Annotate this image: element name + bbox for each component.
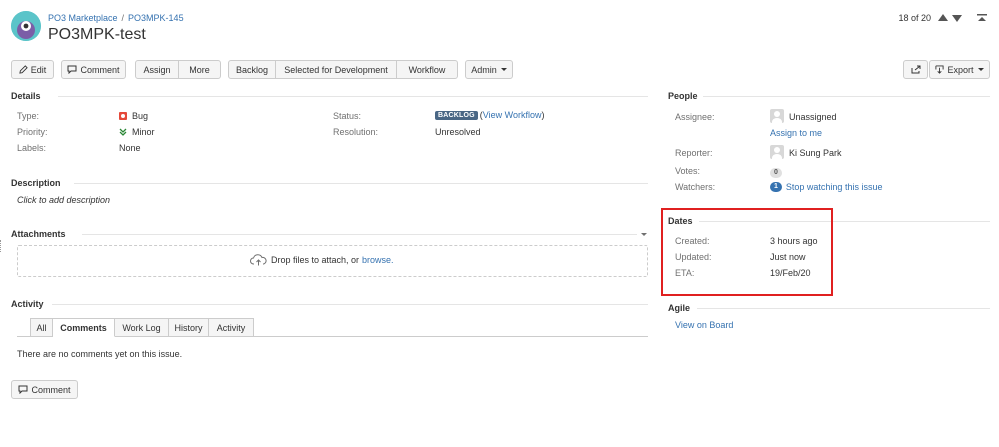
tab-activity[interactable]: Activity — [209, 318, 254, 337]
admin-button[interactable]: Admin — [465, 60, 513, 79]
view-on-board-link[interactable]: View on Board — [675, 320, 733, 330]
export-button[interactable]: Export — [929, 60, 990, 79]
priority-value-text: Minor — [132, 127, 155, 137]
next-issue-icon[interactable] — [952, 15, 962, 22]
workflow-label: Workflow — [408, 64, 446, 75]
priority-label: Priority: — [17, 127, 48, 137]
no-comments-message: There are no comments yet on this issue. — [17, 349, 183, 359]
status-lozenge: BACKLOG — [435, 110, 478, 120]
chevron-down-icon — [977, 68, 984, 71]
issue-pager: 18 of 20 — [898, 13, 931, 23]
share-button[interactable] — [903, 60, 928, 79]
page-title: PO3MPK-test — [48, 26, 146, 43]
votes-badge[interactable]: 0 — [770, 166, 782, 178]
edit-label: Edit — [30, 64, 47, 75]
votes-count: 0 — [770, 168, 782, 178]
activity-divider — [52, 304, 648, 305]
people-divider — [703, 96, 990, 97]
backlog-button[interactable]: Backlog — [229, 61, 275, 78]
browse-link[interactable]: browse. — [362, 255, 394, 265]
votes-label: Votes: — [675, 166, 701, 176]
type-value: Bug — [119, 111, 148, 121]
selected-for-development-label: Selected for Development — [284, 64, 388, 75]
admin-label: Admin — [471, 64, 497, 75]
agile-divider — [697, 308, 990, 309]
add-comment-label: Comment — [31, 384, 71, 395]
reporter-value: Ki Sung Park — [789, 148, 842, 158]
view-workflow-link[interactable]: View Workflow — [483, 110, 542, 120]
watchers-value: 1 Stop watching this issue — [770, 182, 882, 192]
collapse-icon[interactable] — [977, 14, 987, 22]
type-value-text: Bug — [132, 111, 149, 121]
project-avatar[interactable] — [11, 11, 41, 41]
breadcrumb: PO3 Marketplace / PO3MPK-145 — [48, 13, 184, 23]
dates-highlight-box — [661, 208, 833, 296]
workflow-button[interactable]: Workflow — [396, 61, 457, 78]
status-paren-close: ) — [541, 110, 545, 120]
agile-heading: Agile — [668, 303, 691, 313]
comment-label: Comment — [80, 64, 120, 75]
type-label: Type: — [17, 111, 40, 121]
drop-zone-content: Drop files to attach, or browse. — [250, 254, 394, 266]
details-divider — [58, 96, 648, 97]
breadcrumb-issue-link[interactable]: PO3MPK-145 — [128, 13, 184, 23]
activity-heading: Activity — [11, 299, 44, 309]
drag-handle-icon[interactable] — [0, 240, 2, 252]
comment-button[interactable]: Comment — [61, 60, 126, 79]
resolution-value: Unresolved — [435, 127, 481, 137]
reporter-avatar — [770, 145, 784, 159]
cloud-upload-icon — [250, 254, 267, 266]
watchers-count[interactable]: 1 — [770, 182, 782, 192]
export-label: Export — [947, 64, 974, 75]
assign-button[interactable]: Assign — [136, 61, 178, 78]
more-label: More — [189, 64, 210, 75]
assignee-label: Assignee: — [675, 112, 715, 122]
attachments-divider — [82, 234, 637, 235]
bug-icon — [119, 112, 127, 120]
description-divider — [74, 183, 648, 184]
assign-more-group: Assign More — [135, 60, 221, 79]
tab-all[interactable]: All — [30, 318, 53, 337]
activity-tabs: All Comments Work Log History Activity — [30, 318, 254, 337]
attachments-heading: Attachments — [11, 229, 66, 239]
priority-value: Minor — [119, 127, 155, 137]
minor-priority-icon — [119, 128, 127, 136]
description-field[interactable]: Click to add description — [17, 195, 110, 205]
add-comment-button[interactable]: Comment — [11, 380, 78, 399]
export-icon — [935, 65, 945, 74]
people-heading: People — [668, 91, 698, 101]
assign-to-me-link[interactable]: Assign to me — [770, 128, 822, 138]
description-heading: Description — [11, 178, 61, 188]
resolution-label: Resolution: — [333, 127, 379, 137]
chevron-down-icon — [500, 68, 507, 71]
backlog-label: Backlog — [235, 64, 269, 75]
reporter-label: Reporter: — [675, 148, 713, 158]
pencil-icon — [19, 65, 28, 74]
selected-for-development-button[interactable]: Selected for Development — [275, 61, 396, 78]
labels-label: Labels: — [17, 143, 47, 153]
watchers-label: Watchers: — [675, 182, 716, 192]
assign-label: Assign — [143, 64, 171, 75]
assignee-avatar — [770, 109, 784, 123]
more-button[interactable]: More — [178, 61, 220, 78]
labels-value: None — [119, 143, 141, 153]
workflow-group: Backlog Selected for Development Workflo… — [228, 60, 458, 79]
comment-icon — [67, 65, 77, 74]
tab-work-log[interactable]: Work Log — [115, 318, 169, 337]
share-icon — [911, 65, 920, 74]
breadcrumb-separator: / — [121, 13, 125, 23]
attachments-options-icon[interactable] — [641, 233, 647, 236]
comment-icon — [18, 385, 28, 394]
breadcrumb-project-link[interactable]: PO3 Marketplace — [48, 13, 118, 23]
previous-issue-icon[interactable] — [938, 14, 948, 21]
tab-comments[interactable]: Comments — [53, 318, 115, 337]
details-heading: Details — [11, 91, 41, 101]
drop-zone-text: Drop files to attach, or — [271, 255, 360, 265]
stop-watching-link[interactable]: Stop watching this issue — [786, 182, 883, 192]
tab-history[interactable]: History — [169, 318, 209, 337]
edit-button[interactable]: Edit — [11, 60, 54, 79]
status-label: Status: — [333, 111, 362, 121]
assignee-value: Unassigned — [789, 112, 837, 122]
status-value: BACKLOG (View Workflow) — [435, 110, 544, 120]
